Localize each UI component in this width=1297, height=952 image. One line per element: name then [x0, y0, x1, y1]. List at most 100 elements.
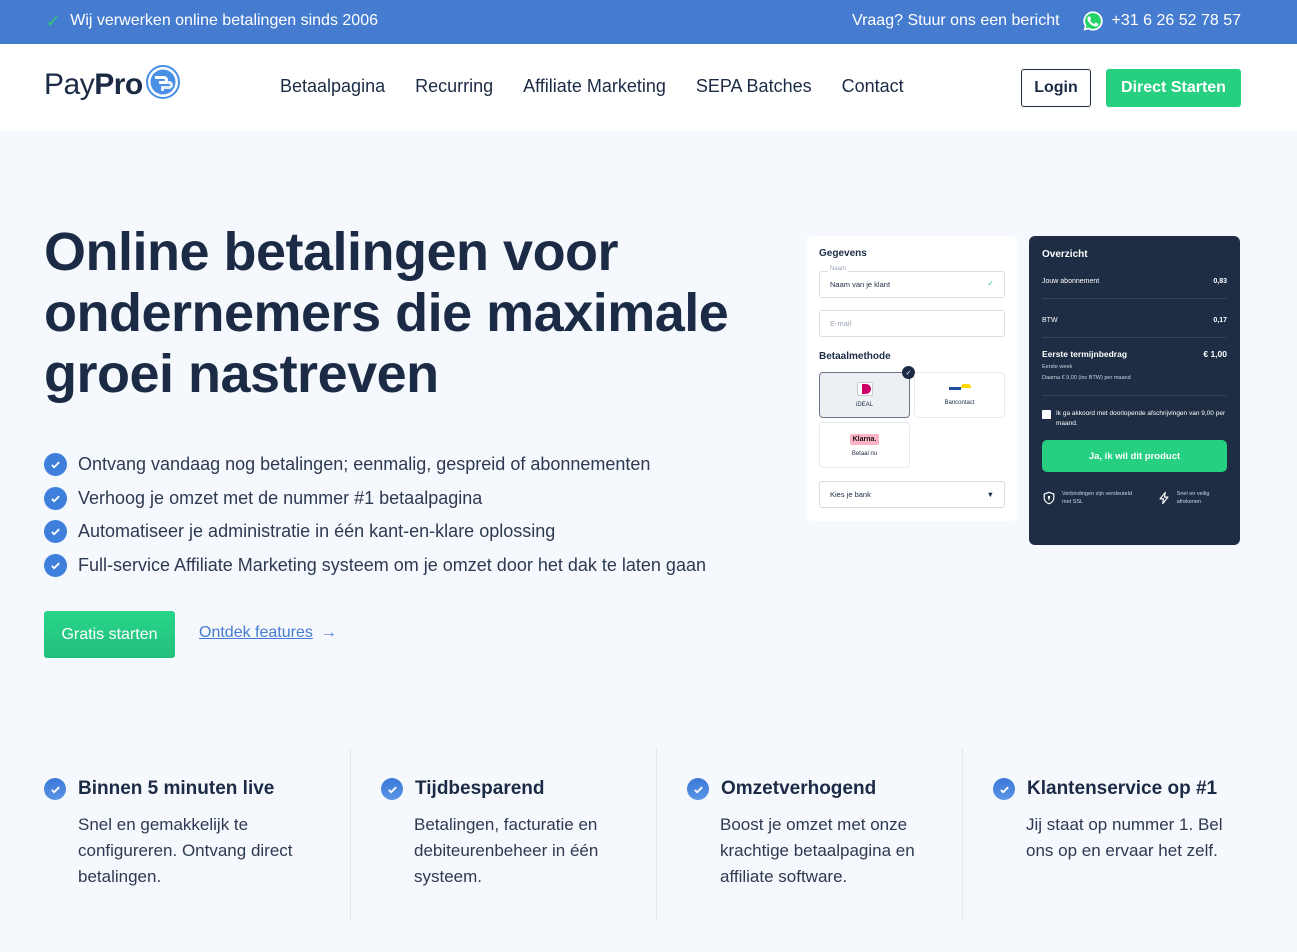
feature-item: Omzetverhogend Boost je omzet met onze k… [657, 748, 963, 920]
feature-item: Binnen 5 minuten live Snel en gemakkelij… [0, 748, 351, 920]
shield-icon [1043, 491, 1055, 505]
name-field-value: Naam van je klant [830, 280, 891, 289]
buy-product-button[interactable]: Ja, ik wil dit product [1042, 440, 1227, 472]
agree-label: Ik ga akkoord met doorlopende afschrijvi… [1056, 410, 1226, 427]
contact-info: Vraag? Stuur ons een bericht +31 6 26 52… [852, 10, 1241, 32]
order-overview-preview: Overzicht Jouw abonnement 0,83 BTW 0,17 … [1029, 236, 1240, 545]
email-field[interactable]: E-mail [819, 310, 1005, 337]
benefit-text: Ontvang vandaag nog betalingen; eenmalig… [78, 454, 651, 475]
overview-row: Jouw abonnement 0,83 [1042, 260, 1227, 299]
payment-method-label: Betaal nu [851, 450, 878, 457]
feature-title: Omzetverhogend [721, 778, 877, 799]
check-circle-icon [44, 486, 67, 510]
bancontact-logo-icon [948, 384, 971, 394]
check-icon: ✓ [46, 11, 61, 31]
payment-method-bancontact[interactable]: Bancontact [914, 372, 1005, 418]
benefit-item: Full-service Affiliate Marketing systeem… [44, 549, 706, 583]
benefit-item: Automatiseer je administratie in één kan… [44, 515, 706, 549]
benefit-text: Full-service Affiliate Marketing systeem… [78, 555, 706, 576]
payment-method-klarna[interactable]: Klarna. Betaal nu [819, 422, 910, 468]
klarna-logo-icon: Klarna. [849, 433, 880, 445]
top-bar: ✓ Wij verwerken online betalingen sinds … [0, 0, 1297, 44]
hero-title: Online betalingen voor ondernemers die m… [44, 222, 729, 404]
lightning-icon [1159, 491, 1169, 505]
question-link[interactable]: Vraag? Stuur ons een bericht [852, 12, 1060, 30]
ontdek-features-label: Ontdek features [199, 624, 313, 641]
payment-method-ideal[interactable]: ✓ iDEAL [819, 366, 915, 418]
logo-text: PayPro [44, 68, 143, 101]
form-title: Gegevens [819, 248, 867, 259]
paypro-logo[interactable]: PayPro [44, 65, 180, 102]
valid-check-icon: ✓ [987, 279, 994, 288]
nav-menu: Betaalpagina Recurring Affiliate Marketi… [280, 76, 904, 97]
row-label: Jouw abonnement [1042, 278, 1100, 285]
overview-row: BTW 0,17 [1042, 299, 1227, 338]
trust-text: Verbindingen zijn versleuteld met SSL [1062, 491, 1133, 505]
trust-text: Snel en veilig afrekenen [1176, 491, 1210, 505]
direct-starten-button[interactable]: Direct Starten [1106, 69, 1241, 107]
row-label: BTW [1042, 317, 1058, 324]
overview-title: Overzicht [1042, 249, 1088, 260]
agree-checkbox[interactable] [1042, 410, 1051, 419]
check-circle-icon [381, 778, 403, 800]
trust-item-ssl: Verbindingen zijn versleuteld met SSL [1042, 490, 1143, 506]
total-subtext: Daarna € 9,00 (inc BTW) per maand [1042, 375, 1131, 381]
hero-benefits-list: Ontvang vandaag nog betalingen; eenmalig… [44, 448, 706, 582]
benefit-text: Automatiseer je administratie in één kan… [78, 521, 556, 542]
payment-method-grid: ✓ iDEAL Bancontact Klarna. Betaal nu [819, 366, 1005, 468]
feature-title: Klantenservice op #1 [1027, 778, 1218, 799]
feature-title: Binnen 5 minuten live [78, 778, 275, 799]
nav-item-sepa-batches[interactable]: SEPA Batches [696, 76, 812, 97]
email-placeholder: E-mail [830, 319, 852, 328]
benefit-item: Ontvang vandaag nog betalingen; eenmalig… [44, 448, 706, 482]
benefit-text: Verhoog je omzet met de nummer #1 betaal… [78, 487, 483, 508]
check-circle-icon [687, 778, 709, 800]
check-circle-icon [44, 778, 66, 800]
bank-select-value: Kies je bank [830, 490, 871, 499]
feature-text: Betalingen, facturatie en debiteurenbehe… [414, 815, 599, 886]
feature-title: Tijdbesparend [415, 778, 545, 799]
ontdek-features-link[interactable]: Ontdek features → [199, 624, 337, 642]
feature-item: Tijdbesparend Betalingen, facturatie en … [351, 748, 657, 920]
nav-item-contact[interactable]: Contact [842, 76, 904, 97]
check-circle-icon [993, 778, 1015, 800]
arrow-right-icon: → [320, 624, 337, 641]
gratis-starten-button[interactable]: Gratis starten [44, 611, 175, 658]
check-circle-icon [44, 453, 67, 477]
total-subtext: Eerste week [1042, 364, 1073, 370]
payment-method-label: Bancontact [944, 400, 975, 406]
checkout-form-preview: Gegevens Naam Naam van je klant ✓ E-mail… [807, 236, 1017, 521]
caret-down-icon: ▼ [986, 490, 994, 499]
nav-item-betaalpagina[interactable]: Betaalpagina [280, 76, 385, 97]
name-field-label: Naam [828, 266, 849, 272]
total-value: € 1,00 [1203, 349, 1227, 359]
row-value: 0,83 [1213, 278, 1227, 285]
payment-method-title: Betaalmethode [819, 351, 891, 362]
total-label: Eerste termijnbedrag [1042, 349, 1128, 359]
check-circle-icon [44, 520, 67, 544]
feature-text: Snel en gemakkelijk te configureren. Ont… [78, 815, 293, 886]
trust-badges: Verbindingen zijn versleuteld met SSL Sn… [1042, 490, 1227, 506]
bank-select[interactable]: Kies je bank ▼ [819, 481, 1005, 508]
tagline: ✓ Wij verwerken online betalingen sinds … [46, 12, 378, 30]
name-field[interactable]: Naam Naam van je klant ✓ [819, 266, 1005, 298]
feature-text: Boost je omzet met onze krachtige betaal… [720, 815, 915, 886]
tagline-text: Wij verwerken online betalingen sinds 20… [70, 12, 378, 29]
paypro-logo-mark-icon [145, 65, 180, 99]
phone-number[interactable]: +31 6 26 52 78 57 [1112, 12, 1241, 30]
login-button[interactable]: Login [1021, 69, 1091, 107]
payment-method-label: iDEAL [855, 402, 873, 408]
main-nav: PayPro Betaalpagina Recurring Affiliate … [0, 44, 1297, 131]
trust-item-fast: Snel en veilig afrekenen [1157, 490, 1227, 506]
feature-item: Klantenservice op #1 Jij staat op nummer… [963, 748, 1297, 920]
whatsapp-icon[interactable] [1082, 10, 1104, 32]
ideal-logo-icon [856, 382, 873, 396]
agree-checkbox-row: Ik ga akkoord met doorlopende afschrijvi… [1042, 409, 1227, 429]
nav-item-recurring[interactable]: Recurring [415, 76, 493, 97]
overview-total: Eerste termijnbedrag € 1,00 Eerste week … [1042, 338, 1227, 396]
row-value: 0,17 [1213, 317, 1227, 324]
features-row: Binnen 5 minuten live Snel en gemakkelij… [0, 748, 1297, 920]
check-circle-icon [44, 554, 67, 578]
nav-item-affiliate-marketing[interactable]: Affiliate Marketing [523, 76, 666, 97]
feature-text: Jij staat op nummer 1. Bel ons op en erv… [1026, 815, 1223, 860]
